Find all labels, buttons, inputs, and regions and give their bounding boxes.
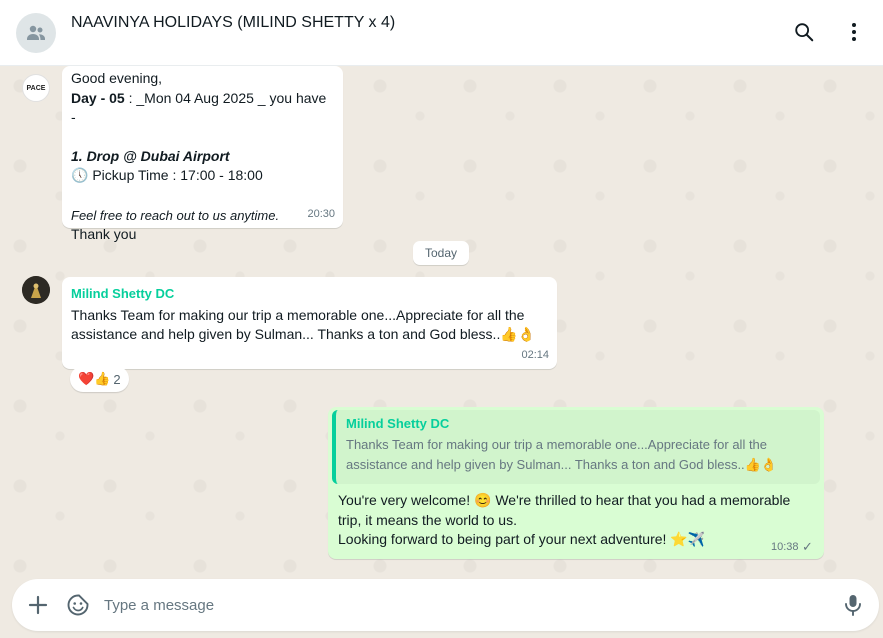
pickup-time: Pickup Time : 17:00 - 18:00: [92, 167, 263, 183]
day-separator: Today: [413, 241, 469, 265]
search-icon: [795, 23, 814, 42]
chat-title[interactable]: NAAVINYA HOLIDAYS (MILIND SHETTY x 4): [71, 14, 395, 32]
quoted-message[interactable]: Milind Shetty DC Thanks Team for making …: [332, 410, 820, 484]
search-button[interactable]: [790, 18, 818, 46]
reactions-pill[interactable]: ❤️👍 2: [70, 366, 129, 392]
quoted-text: Thanks Team for making our trip a memora…: [346, 435, 810, 475]
chat-header: NAAVINYA HOLIDAYS (MILIND SHETTY x 4): [0, 0, 883, 66]
sticker-icon: [67, 594, 89, 616]
attach-button[interactable]: [24, 591, 52, 619]
message-composer: [12, 579, 879, 631]
reply-line: You're very welcome! 😊 We're thrilled to…: [338, 492, 791, 508]
sticker-button[interactable]: [64, 591, 92, 619]
reach-out-text: Feel free to reach out to us anytime.: [71, 207, 280, 223]
reply-line: Looking forward to being part of your ne…: [338, 531, 706, 547]
quoted-sender: Milind Shetty DC: [346, 416, 450, 431]
message-line: 🕔 Pickup Time : 17:00 - 18:00: [71, 166, 334, 187]
message-time: 20:30: [307, 207, 335, 220]
quoted-line: assistance and help given by Sulman... T…: [346, 457, 778, 472]
reaction-emojis: ❤️👍: [78, 371, 111, 387]
sender-avatar[interactable]: PACE: [22, 74, 50, 102]
quoted-line: Thanks Team for making our trip a memora…: [346, 437, 768, 452]
more-vertical-icon: [852, 23, 856, 41]
thank-you-text: Thank you: [71, 226, 137, 242]
message-status-icon: ✓: [802, 539, 813, 554]
microphone-icon: [845, 595, 861, 616]
sender-avatar[interactable]: [22, 276, 50, 304]
message-text: Thanks Team for making our trip a memora…: [71, 306, 525, 323]
reaction-count: 2: [113, 371, 121, 387]
drop-heading: 1. Drop @ Dubai Airport: [71, 147, 230, 164]
sender-name[interactable]: Milind Shetty DC: [71, 284, 548, 304]
clock-icon: 🕔: [71, 168, 89, 184]
message-input[interactable]: [104, 593, 804, 617]
message-bubble[interactable]: Milind Shetty DC Thanks Team for making …: [62, 277, 557, 369]
message-time: 02:14: [521, 348, 549, 361]
message-line: Good evening,: [71, 70, 163, 86]
day-label: Day - 05: [71, 89, 125, 106]
menu-button[interactable]: [840, 18, 868, 46]
message-time: 10:38: [771, 541, 799, 553]
avatar-logo-text: PACE: [26, 84, 46, 92]
plus-icon: [28, 595, 48, 615]
message-bubble[interactable]: Good evening, Day - 05 : _Mon 04 Aug 202…: [62, 66, 343, 242]
reply-text: You're very welcome! 😊 We're thrilled to…: [338, 491, 818, 550]
group-icon: [27, 25, 45, 40]
message-text: assistance and help given by Sulman... T…: [71, 326, 536, 342]
person-icon: [22, 276, 50, 304]
reply-line: trip, it means the world to us.: [338, 511, 517, 528]
group-avatar[interactable]: [16, 13, 56, 53]
message-line: Day - 05 : _Mon 04 Aug 2025 _ you have -: [71, 89, 334, 128]
voice-message-button[interactable]: [839, 591, 867, 619]
